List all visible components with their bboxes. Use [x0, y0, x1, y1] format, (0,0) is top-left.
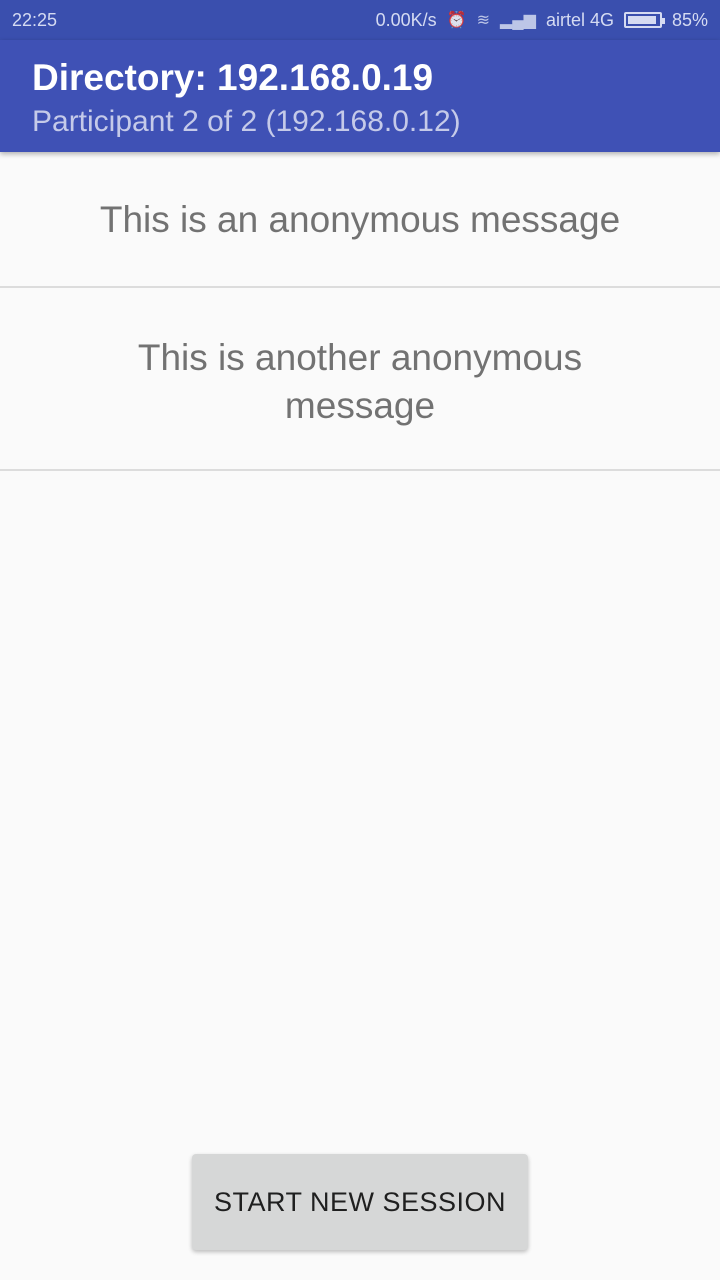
status-bar: 22:25 0.00K/s ⏰ ≋ ▂▄▆ airtel 4G 85% — [0, 0, 720, 40]
page-subtitle: Participant 2 of 2 (192.168.0.12) — [32, 105, 461, 138]
alarm-icon: ⏰ — [446, 12, 467, 29]
list-item[interactable]: This is another anonymous message — [0, 288, 720, 471]
message-text: This is an anonymous message — [99, 199, 621, 240]
network-speed: 0.00K/s — [375, 9, 437, 30]
battery-icon — [623, 12, 665, 28]
app-bar: Directory: 192.168.0.19 Participant 2 of… — [0, 40, 720, 152]
wifi-icon: ≋ — [476, 12, 490, 29]
message-text: This is another anonymous message — [137, 337, 583, 426]
status-time: 22:25 — [12, 9, 58, 30]
battery-percent: 85% — [671, 9, 708, 30]
carrier-label: airtel 4G — [545, 9, 614, 30]
start-new-session-button[interactable]: START NEW SESSION — [192, 1154, 528, 1250]
message-list: This is an anonymous message This is ano… — [0, 152, 720, 471]
list-item[interactable]: This is an anonymous message — [0, 152, 720, 288]
signal-icon: ▂▄▆ — [499, 12, 536, 29]
page-title: Directory: 192.168.0.19 — [32, 57, 434, 98]
status-indicators: 0.00K/s ⏰ ≋ ▂▄▆ airtel 4G 85% — [376, 10, 708, 31]
